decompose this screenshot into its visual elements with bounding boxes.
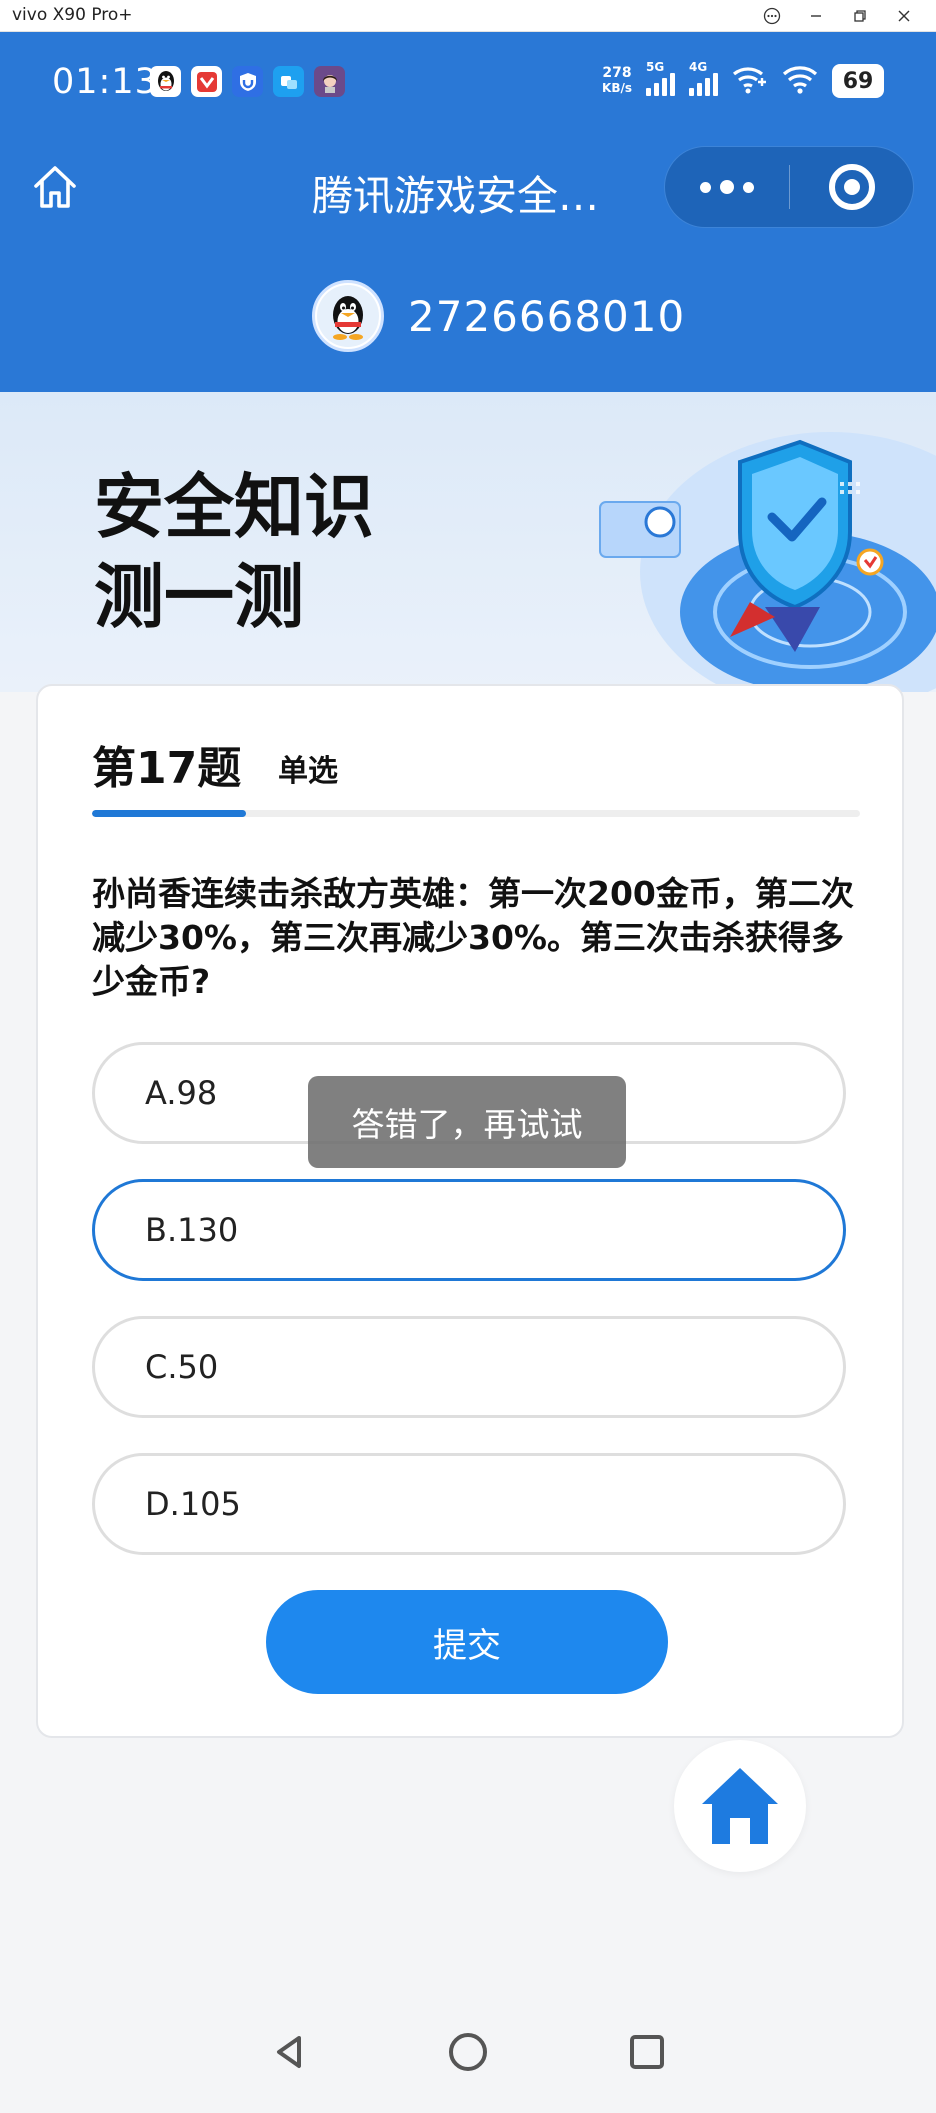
restore-icon[interactable] <box>842 2 878 30</box>
status-time: 01:13 <box>52 62 158 102</box>
home-float-button[interactable] <box>674 1740 806 1872</box>
minimize-icon[interactable] <box>798 2 834 30</box>
net-speed-value: 278 <box>602 65 632 81</box>
back-triangle-icon[interactable] <box>259 2022 319 2082</box>
window-title: vivo X90 Pro+ <box>12 5 133 25</box>
option-d-label: D.105 <box>145 1485 241 1523</box>
option-b-label: B.130 <box>145 1211 239 1249</box>
home-outline-icon[interactable] <box>30 162 80 212</box>
hero-banner: 安全知识 测一测 <box>0 392 936 692</box>
option-c-label: C.50 <box>145 1348 219 1386</box>
more-icon[interactable] <box>754 2 790 30</box>
news-app-notification-icon <box>191 66 222 97</box>
window-title-bar: vivo X90 Pro+ <box>0 0 936 32</box>
cloud-app-notification-icon <box>273 66 304 97</box>
system-nav-bar <box>0 1990 936 2113</box>
notification-icons <box>150 66 345 97</box>
quiz-progress-bar <box>92 810 860 817</box>
submit-button[interactable]: 提交 <box>266 1590 668 1694</box>
battery-indicator: 69 <box>832 64 884 98</box>
sim2-signal-icon: 4G <box>689 60 718 96</box>
home-circle-icon[interactable] <box>438 2022 498 2082</box>
sim1-signal-icon: 5G <box>646 60 675 96</box>
wifi-plus-icon <box>732 64 768 98</box>
user-info: 2726668010 <box>312 280 685 352</box>
status-indicators: 278 KB/s 5G 4G 69 <box>602 60 884 98</box>
page-title: 腾讯游戏安全… <box>312 172 599 220</box>
net-speed-unit: KB/s <box>602 81 632 95</box>
option-c[interactable]: C.50 <box>92 1316 846 1418</box>
shield-app-notification-icon <box>232 66 263 97</box>
hero-title-line1: 安全知识 <box>94 466 374 548</box>
option-d[interactable]: D.105 <box>92 1453 846 1555</box>
hero-title: 安全知识 测一测 <box>94 462 374 642</box>
more-dots-icon[interactable] <box>665 147 789 227</box>
security-shield-illustration <box>560 422 936 692</box>
question-text: 孙尚香连续击杀敌方英雄：第一次200金币，第二次减少30%，第三次再减少30%。… <box>92 874 854 1001</box>
qq-penguin-icon <box>312 280 384 352</box>
question-number: 第17题 <box>92 743 242 794</box>
net-speed: 278 KB/s <box>602 66 632 96</box>
qq-notification-icon <box>150 66 181 97</box>
close-icon[interactable] <box>886 2 922 30</box>
option-b[interactable]: B.130 <box>92 1179 846 1281</box>
recents-square-icon[interactable] <box>617 2022 677 2082</box>
wifi-icon <box>782 64 818 98</box>
avatar-app-notification-icon <box>314 66 345 97</box>
quiz-card: 第17题 单选 孙尚香连续击杀敌方英雄：第一次200金币，第二次减少30%，第三… <box>36 684 904 1738</box>
sim1-label: 5G <box>646 60 665 74</box>
home-icon <box>702 1768 778 1844</box>
quiz-progress-fill <box>92 810 246 817</box>
sim2-label: 4G <box>689 60 708 74</box>
hero-title-line2: 测一测 <box>94 556 304 638</box>
error-toast: 答错了，再试试 <box>308 1076 626 1168</box>
qq-number: 2726668010 <box>408 291 686 341</box>
target-circle-icon[interactable] <box>790 147 913 227</box>
question-type: 单选 <box>278 754 338 789</box>
app-header: 01:13 278 KB/s 5G 4G 69 腾讯游戏安全… 27266680… <box>0 32 936 392</box>
mini-program-capsule <box>664 146 914 228</box>
option-a-label: A.98 <box>145 1074 218 1112</box>
